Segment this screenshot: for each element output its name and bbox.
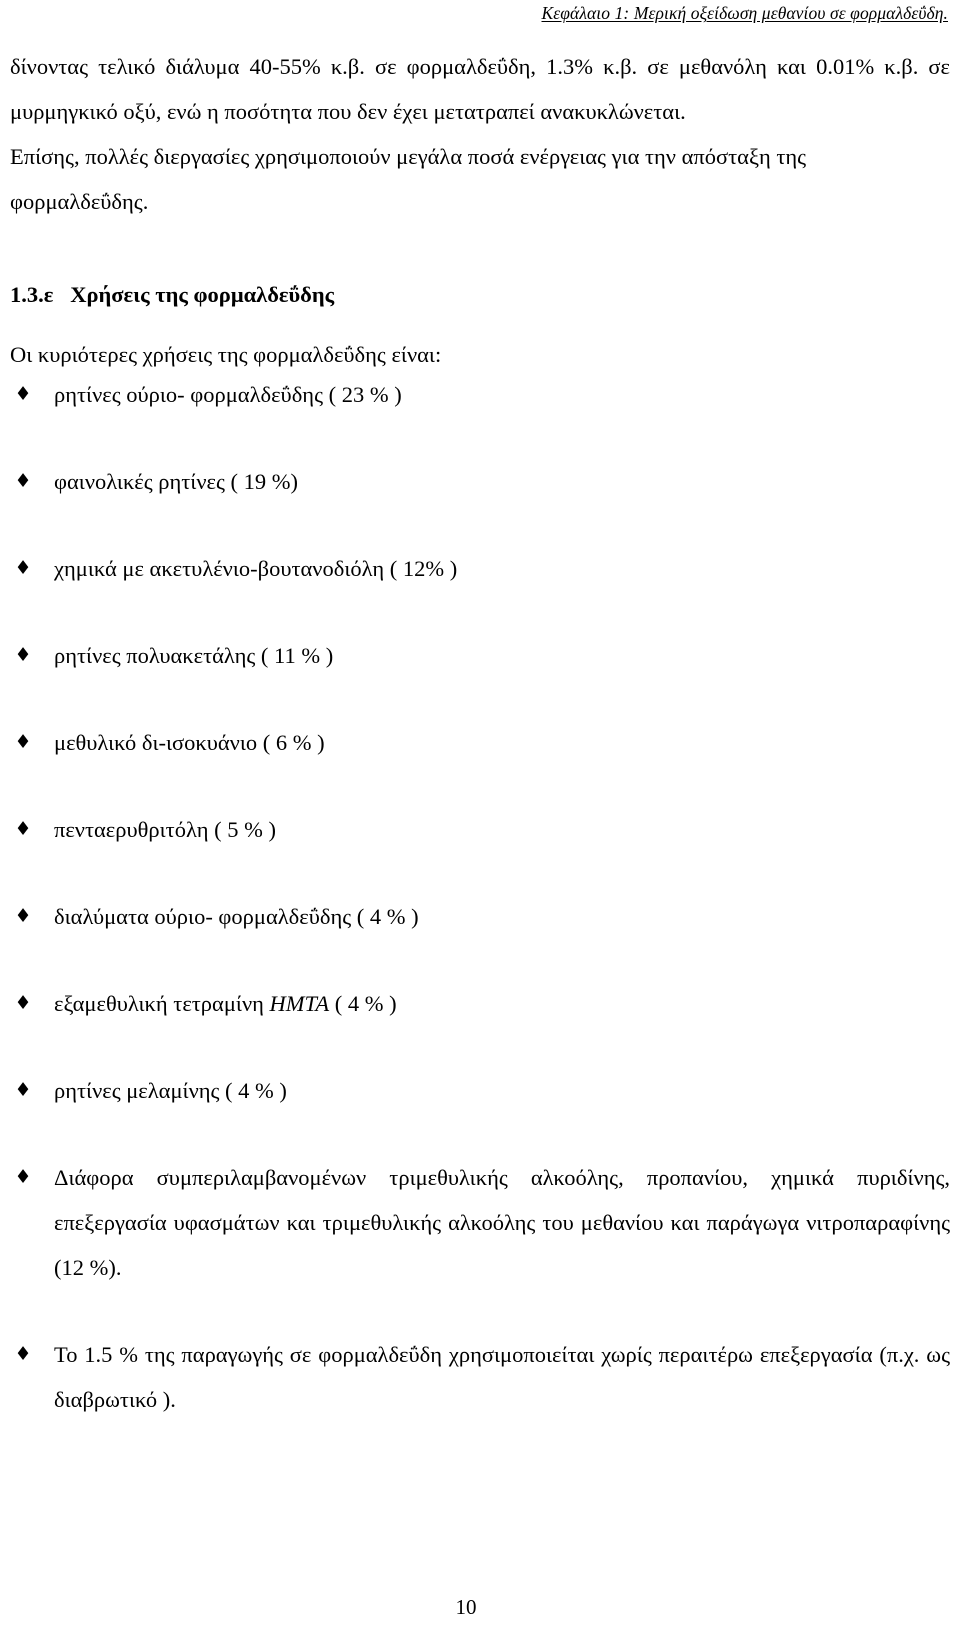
paragraph-energy-distillation: Επίσης, πολλές διεργασίες χρησιμοποιούν … (10, 144, 807, 214)
spacer-after-section (10, 312, 950, 338)
list-item: ♦ διαλύματα ούριο- φορμαλδεΰδης ( 4 % ) (10, 894, 950, 939)
list-item: ♦ ρητίνες πολυακετάλης ( 11 % ) (10, 633, 950, 678)
diamond-bullet-icon: ♦ (14, 644, 32, 666)
diamond-bullet-icon: ♦ (14, 557, 32, 579)
page-content: δίνοντας τελικό διάλυμα 40-55% κ.β. σε φ… (10, 44, 950, 1422)
diamond-bullet-icon: ♦ (14, 992, 32, 1014)
list-item-label: πενταερυθριτόλη ( 5 % ) (54, 817, 276, 842)
list-item: ♦ εξαμεθυλική τετραμίνη HMTA ( 4 % ) (10, 981, 950, 1026)
list-item-label: ρητίνες ούριο- φορμαλδεΰδης ( 23 % ) (54, 382, 402, 407)
hmta-prefix: εξαμεθυλική τετραμίνη (54, 991, 270, 1016)
list-item-label: Το 1.5 % της παραγωγής σε φορμαλδεΰδη χρ… (54, 1342, 950, 1412)
diamond-bullet-icon: ♦ (14, 1343, 32, 1365)
document-page: Κεφάλαιο 1: Μερική οξείδωση μεθανίου σε … (0, 0, 960, 1628)
hmta-suffix: ( 4 % ) (329, 991, 397, 1016)
list-item: ♦ Διάφορα συμπεριλαμβανομένων τριμεθυλικ… (10, 1155, 950, 1290)
uses-bullet-list: ♦ ρητίνες ούριο- φορμαλδεΰδης ( 23 % ) ♦… (10, 372, 950, 1422)
list-item-label: χημικά με ακετυλένιο-βουτανοδιόλη ( 12% … (54, 556, 458, 581)
section-heading: 1.3.ε Χρήσεις της φορμαλδεΰδης (10, 282, 335, 307)
list-item: ♦ πενταερυθριτόλη ( 5 % ) (10, 807, 950, 852)
list-item-label: φαινολικές ρητίνες ( 19 %) (54, 469, 298, 494)
list-item: ♦ μεθυλικό δι-ισοκυάνιο ( 6 % ) (10, 720, 950, 765)
running-header-text: Κεφάλαιο 1: Μερική οξείδωση μεθανίου σε … (541, 3, 948, 23)
list-item-label: Διάφορα συμπεριλαμβανομένων τριμεθυλικής… (54, 1165, 950, 1280)
diamond-bullet-icon: ♦ (14, 818, 32, 840)
list-item-label: διαλύματα ούριο- φορμαλδεΰδης ( 4 % ) (54, 904, 419, 929)
diamond-bullet-icon: ♦ (14, 1079, 32, 1101)
diamond-bullet-icon: ♦ (14, 383, 32, 405)
list-item: ♦ χημικά με ακετυλένιο-βουτανοδιόλη ( 12… (10, 546, 950, 591)
section-intro-text: Οι κυριότερες χρήσεις της φορμαλδεΰδης ε… (10, 342, 442, 367)
spacer-before-section (10, 224, 950, 278)
running-header: Κεφάλαιο 1: Μερική οξείδωση μεθανίου σε … (10, 2, 948, 24)
list-item-label: μεθυλικό δι-ισοκυάνιο ( 6 % ) (54, 730, 325, 755)
list-item-label: ρητίνες πολυακετάλης ( 11 % ) (54, 643, 334, 668)
list-item: ♦ ρητίνες ούριο- φορμαλδεΰδης ( 23 % ) (10, 372, 950, 417)
diamond-bullet-icon: ♦ (14, 1166, 32, 1188)
list-item: ♦ φαινολικές ρητίνες ( 19 %) (10, 459, 950, 504)
list-item-label-hmta: εξαμεθυλική τετραμίνη HMTA ( 4 % ) (54, 991, 397, 1016)
list-item: ♦ ρητίνες μελαμίνης ( 4 % ) (10, 1068, 950, 1113)
list-item: ♦ Το 1.5 % της παραγωγής σε φορμαλδεΰδη … (10, 1332, 950, 1422)
list-item-label: ρητίνες μελαμίνης ( 4 % ) (54, 1078, 287, 1103)
page-number: 10 (455, 1595, 477, 1619)
diamond-bullet-icon: ♦ (14, 470, 32, 492)
hmta-abbreviation: HMTA (269, 991, 330, 1016)
diamond-bullet-icon: ♦ (14, 905, 32, 927)
diamond-bullet-icon: ♦ (14, 731, 32, 753)
paragraph-continuation: δίνοντας τελικό διάλυμα 40-55% κ.β. σε φ… (10, 54, 950, 124)
